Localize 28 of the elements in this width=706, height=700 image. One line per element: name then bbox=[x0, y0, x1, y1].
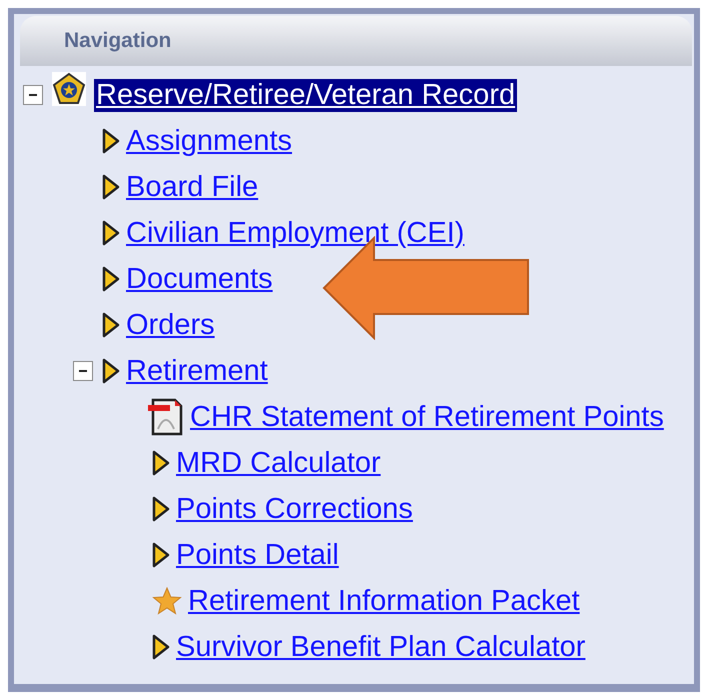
triangle-icon bbox=[102, 220, 120, 246]
tree-link[interactable]: Points Corrections bbox=[174, 492, 415, 526]
triangle-icon bbox=[102, 358, 120, 384]
star-icon bbox=[152, 587, 182, 615]
tree-link[interactable]: Retirement Information Packet bbox=[186, 584, 582, 618]
triangle-icon bbox=[152, 450, 170, 476]
star-emblem-icon bbox=[52, 72, 86, 106]
tree-link[interactable]: Survivor Benefit Plan Calculator bbox=[174, 630, 588, 664]
collapse-toggle[interactable] bbox=[23, 85, 43, 105]
panel-title: Navigation bbox=[64, 29, 172, 53]
tree-link[interactable]: CHR Statement of Retirement Points bbox=[188, 400, 666, 434]
triangle-icon bbox=[102, 312, 120, 338]
triangle-icon bbox=[102, 266, 120, 292]
triangle-icon bbox=[152, 634, 170, 660]
tree-link[interactable]: Points Detail bbox=[174, 538, 341, 572]
triangle-icon bbox=[152, 542, 170, 568]
triangle-icon bbox=[102, 174, 120, 200]
triangle-icon bbox=[102, 128, 120, 154]
tree-link[interactable]: Board File bbox=[124, 170, 260, 204]
collapse-toggle[interactable] bbox=[73, 361, 93, 381]
tree-link[interactable]: MRD Calculator bbox=[174, 446, 383, 480]
tree-link[interactable]: Reserve/Retiree/Veteran Record bbox=[94, 78, 518, 112]
tree-link[interactable]: Orders bbox=[124, 308, 217, 342]
tree-link[interactable]: Civilian Employment (CEI) bbox=[124, 216, 466, 250]
triangle-icon bbox=[152, 496, 170, 522]
tree-link[interactable]: Documents bbox=[124, 262, 275, 296]
tree-link[interactable]: Retirement bbox=[124, 354, 270, 388]
tree-link[interactable]: Assignments bbox=[124, 124, 294, 158]
